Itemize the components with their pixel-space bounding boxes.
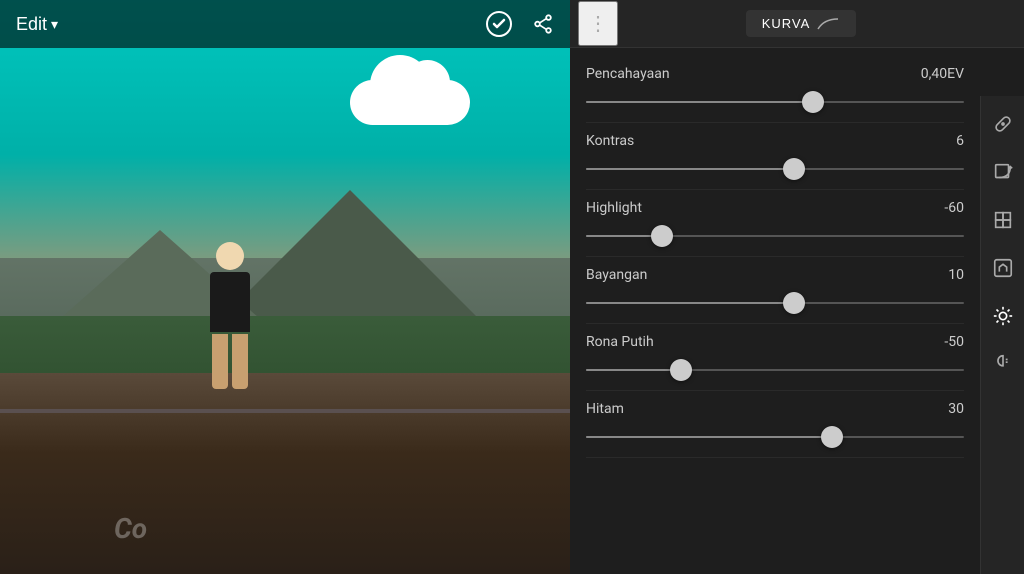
slider-label-pencahayaan: Pencahayaan <box>586 66 670 82</box>
person-legs <box>200 334 260 389</box>
slider-thumb-hitam[interactable] <box>821 426 843 448</box>
track-filled-pencahayaan <box>586 101 813 103</box>
slider-value-bayangan: 10 <box>924 267 964 283</box>
slider-header-highlight: Highlight -60 <box>586 200 964 216</box>
slider-track-hitam[interactable] <box>586 427 964 447</box>
photo-background: Co <box>0 0 570 574</box>
track-filled-bayangan <box>586 302 794 304</box>
slider-row-rona-putih: Rona Putih -50 <box>586 324 964 391</box>
person-figure <box>200 242 260 402</box>
slider-header-hitam: Hitam 30 <box>586 401 964 417</box>
cloud <box>350 80 470 125</box>
slider-row-pencahayaan: Pencahayaan 0,40EV <box>586 56 964 123</box>
crop-rotate-icon[interactable] <box>987 156 1019 188</box>
photo-header: Edit ▾ <box>0 0 570 48</box>
slider-header-kontras: Kontras 6 <box>586 133 964 149</box>
slider-thumb-rona-putih[interactable] <box>670 359 692 381</box>
edit-toolbar: ⋮ KURVA <box>570 0 1024 48</box>
share-icon <box>532 13 554 35</box>
slider-header-bayangan: Bayangan 10 <box>586 267 964 283</box>
edit-panel: ⋮ KURVA Pencahayaan 0,40EV Kontras <box>570 0 1024 574</box>
slider-track-pencahayaan[interactable] <box>586 92 964 112</box>
slider-value-kontras: 6 <box>924 133 964 149</box>
slider-value-pencahayaan: 0,40EV <box>921 66 964 82</box>
slider-thumb-pencahayaan[interactable] <box>802 91 824 113</box>
photo-panel: Co Edit ▾ <box>0 0 570 574</box>
slider-row-bayangan: Bayangan 10 <box>586 257 964 324</box>
person-head <box>216 242 244 270</box>
kurva-label: KURVA <box>762 16 811 31</box>
person-body <box>210 272 250 332</box>
confirm-button[interactable] <box>486 11 512 37</box>
dots-menu-button[interactable]: ⋮ <box>578 1 618 46</box>
slider-track-kontras[interactable] <box>586 159 964 179</box>
slider-value-rona-putih: -50 <box>924 334 964 350</box>
edit-panel-wrapper: Pencahayaan 0,40EV Kontras 6 Highlight -… <box>570 48 1024 574</box>
slider-thumb-bayangan[interactable] <box>783 292 805 314</box>
slider-header-pencahayaan: Pencahayaan 0,40EV <box>586 66 964 82</box>
slider-label-highlight: Highlight <box>586 200 642 216</box>
slider-track-highlight[interactable] <box>586 226 964 246</box>
leg-left <box>212 334 228 389</box>
curve-icon <box>816 17 840 31</box>
slider-label-kontras: Kontras <box>586 133 634 149</box>
slider-label-rona-putih: Rona Putih <box>586 334 654 350</box>
layers-icon[interactable] <box>987 204 1019 236</box>
dropdown-arrow-icon: ▾ <box>51 16 58 33</box>
track-filled-hitam <box>586 436 832 438</box>
slider-value-highlight: -60 <box>924 200 964 216</box>
header-right-actions <box>486 11 554 37</box>
sliders-area: Pencahayaan 0,40EV Kontras 6 Highlight -… <box>570 48 980 574</box>
slider-row-kontras: Kontras 6 <box>586 123 964 190</box>
track-filled-kontras <box>586 168 794 170</box>
temperature-icon[interactable] <box>987 348 1019 380</box>
slider-header-rona-putih: Rona Putih -50 <box>586 334 964 350</box>
slider-label-bayangan: Bayangan <box>586 267 647 283</box>
leg-right <box>232 334 248 389</box>
edit-label: Edit <box>16 14 47 35</box>
check-circle-icon <box>486 11 512 37</box>
slider-thumb-kontras[interactable] <box>783 158 805 180</box>
band-aid-icon[interactable] <box>987 108 1019 140</box>
slider-row-highlight: Highlight -60 <box>586 190 964 257</box>
slider-thumb-highlight[interactable] <box>651 225 673 247</box>
enhance-icon[interactable] <box>987 252 1019 284</box>
slider-track-rona-putih[interactable] <box>586 360 964 380</box>
ground-area <box>0 373 570 574</box>
share-button[interactable] <box>532 13 554 35</box>
slider-track-bayangan[interactable] <box>586 293 964 313</box>
graffiti-text: Co <box>114 512 147 545</box>
slider-value-hitam: 30 <box>924 401 964 417</box>
edit-button[interactable]: Edit ▾ <box>16 14 58 35</box>
track-filled-rona-putih <box>586 369 681 371</box>
side-icons-panel <box>980 96 1024 574</box>
brightness-icon[interactable] <box>987 300 1019 332</box>
slider-label-hitam: Hitam <box>586 401 624 417</box>
kurva-button[interactable]: KURVA <box>746 10 857 37</box>
slider-row-hitam: Hitam 30 <box>586 391 964 458</box>
fence-railing <box>0 409 570 413</box>
